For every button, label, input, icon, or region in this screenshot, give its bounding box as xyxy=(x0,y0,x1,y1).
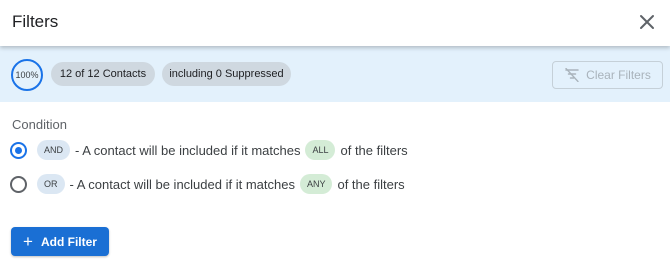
clear-filters-label: Clear Filters xyxy=(586,68,651,82)
clear-filters-button[interactable]: Clear Filters xyxy=(552,61,663,89)
add-filter-label: Add Filter xyxy=(40,234,97,249)
match-badge-any: ANY xyxy=(299,174,333,194)
operator-badge-and: AND xyxy=(37,140,71,160)
filter-summary-bar: 100% 12 of 12 Contacts including 0 Suppr… xyxy=(0,46,670,102)
add-filter-button[interactable]: + Add Filter xyxy=(11,227,109,256)
progress-label: 100% xyxy=(15,70,39,80)
condition-option-or[interactable]: OR - A contact will be included if it ma… xyxy=(10,173,410,195)
match-badge-all: ALL xyxy=(305,140,336,160)
condition-description: - A contact will be included if it match… xyxy=(75,142,301,158)
condition-suffix: of the filters xyxy=(337,176,405,192)
dialog-title: Filters xyxy=(12,12,59,31)
suppressed-count-chip: including 0 Suppressed xyxy=(162,62,291,86)
close-button[interactable] xyxy=(636,11,658,33)
condition-option-and[interactable]: AND - A contact will be included if it m… xyxy=(10,139,413,161)
radio-and[interactable] xyxy=(10,141,27,159)
condition-label: Condition xyxy=(12,117,67,132)
operator-badge-or: OR xyxy=(37,174,65,194)
filter-off-icon xyxy=(565,68,579,82)
condition-description: - A contact will be included if it match… xyxy=(69,176,295,192)
condition-suffix: of the filters xyxy=(340,142,408,158)
radio-or[interactable] xyxy=(10,175,27,193)
match-progress-indicator: 100% xyxy=(11,59,43,91)
contacts-count-chip: 12 of 12 Contacts xyxy=(51,62,155,86)
close-icon xyxy=(640,15,654,29)
plus-icon: + xyxy=(23,232,33,251)
dialog-header: Filters xyxy=(0,0,670,46)
